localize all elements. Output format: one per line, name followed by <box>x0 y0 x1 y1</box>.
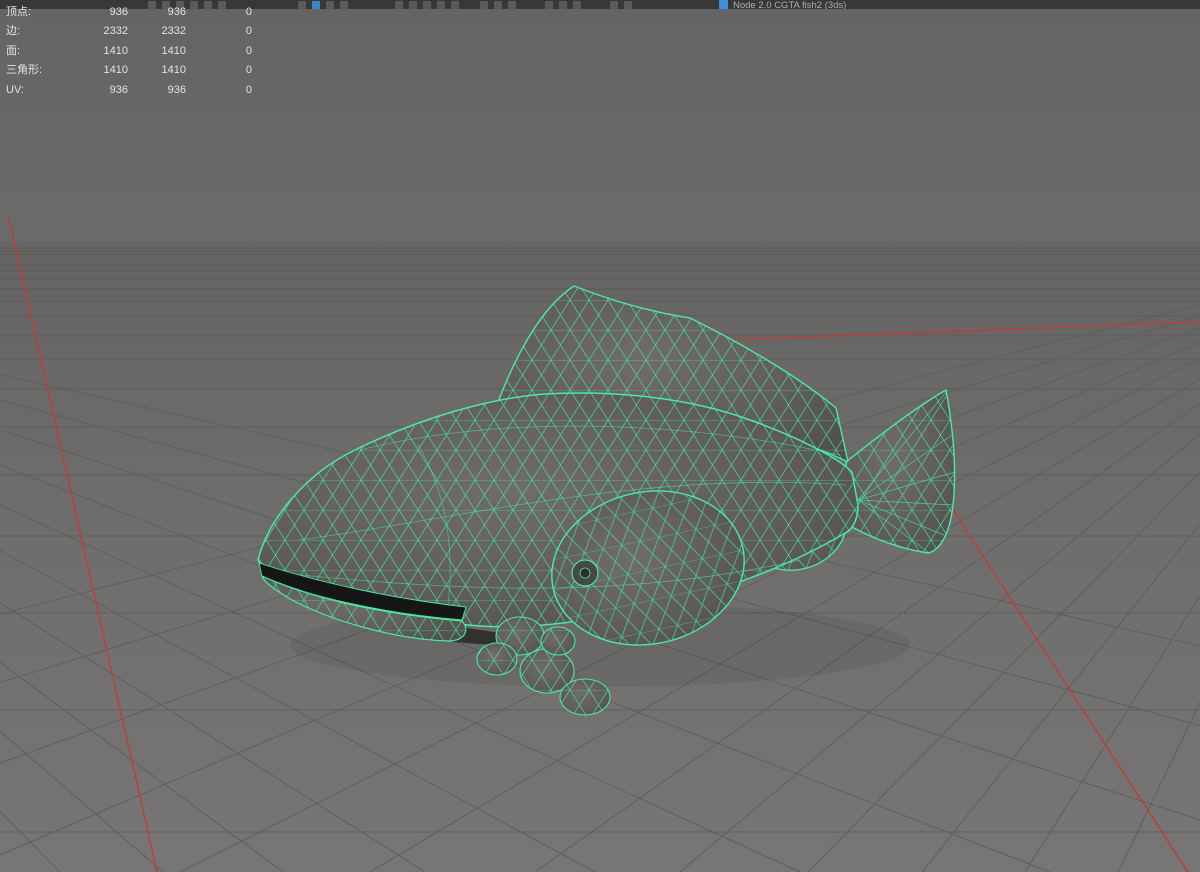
hud-label: 面: <box>6 44 21 57</box>
hud-value-object: 936 <box>167 83 186 96</box>
hud-value-object: 1410 <box>161 44 186 57</box>
toolbar-icon[interactable] <box>451 1 459 9</box>
toolbar-group-render <box>610 1 632 9</box>
toolbar-icon[interactable] <box>326 1 334 9</box>
poly-count-hud: 顶点: 936 936 0 边: 2332 2332 0 面: 1410 141… <box>6 3 252 100</box>
toolbar-icon[interactable] <box>437 1 445 9</box>
hud-value-total: 1410 <box>103 64 128 77</box>
hud-label: UV: <box>6 83 24 96</box>
toolbar-icon[interactable] <box>610 1 618 9</box>
scene-title-block: Node 2.0 CGTA fish2 (3ds) <box>719 0 846 9</box>
hud-label: 顶点: <box>6 6 32 18</box>
toolbar-group-snap <box>480 1 516 9</box>
toolbar-icon[interactable] <box>508 1 516 9</box>
toolbar-icon[interactable] <box>480 1 488 9</box>
node-cube-icon <box>719 0 728 9</box>
hud-value-selected: 0 <box>245 6 252 18</box>
toolbar-group-transform <box>395 1 459 9</box>
hud-value-object: 936 <box>167 6 186 18</box>
hud-row-uv: UV: 936 936 0 <box>6 81 252 100</box>
hud-value-object: 2332 <box>161 25 186 38</box>
scene-title: Node 2.0 CGTA fish2 (3ds) <box>733 0 847 9</box>
hud-value-total: 936 <box>109 6 128 18</box>
toolbar-icon[interactable] <box>494 1 502 9</box>
toolbar-icon[interactable] <box>624 1 632 9</box>
fish-eye <box>571 559 599 587</box>
hud-row-triangles: 三角形: 1410 1410 0 <box>6 61 252 80</box>
toolbar-icon[interactable] <box>573 1 581 9</box>
hud-row-edges: 边: 2332 2332 0 <box>6 22 252 41</box>
hud-label: 边: <box>6 25 21 38</box>
hud-value-total: 1410 <box>103 44 128 57</box>
hud-value-selected: 0 <box>245 64 252 77</box>
hud-value-total: 2332 <box>103 25 128 38</box>
toolbar-icon[interactable] <box>298 1 306 9</box>
toolbar-icon[interactable] <box>395 1 403 9</box>
hud-label: 三角形: <box>6 64 43 77</box>
toolbar-icon[interactable] <box>559 1 567 9</box>
toolbar-icon-active[interactable] <box>312 1 320 9</box>
toolbar-icon[interactable] <box>409 1 417 9</box>
app-window: Node 2.0 CGTA fish2 (3ds) 顶点: 936 936 0 … <box>0 0 1200 872</box>
hud-value-total: 936 <box>109 83 128 96</box>
hud-value-selected: 0 <box>245 44 252 57</box>
toolbar-group-display <box>545 1 581 9</box>
toolbar-icon[interactable] <box>340 1 348 9</box>
hud-row-vertices: 顶点: 936 936 0 <box>6 3 252 22</box>
hud-value-selected: 0 <box>245 83 252 96</box>
toolbar-icon[interactable] <box>545 1 553 9</box>
toolbar-icon[interactable] <box>423 1 431 9</box>
hud-value-selected: 0 <box>245 25 252 38</box>
viewport-canvas[interactable] <box>0 0 1200 872</box>
hud-row-faces: 面: 1410 1410 0 <box>6 42 252 61</box>
hud-value-object: 1410 <box>161 64 186 77</box>
toolbar-group-select <box>298 1 348 9</box>
